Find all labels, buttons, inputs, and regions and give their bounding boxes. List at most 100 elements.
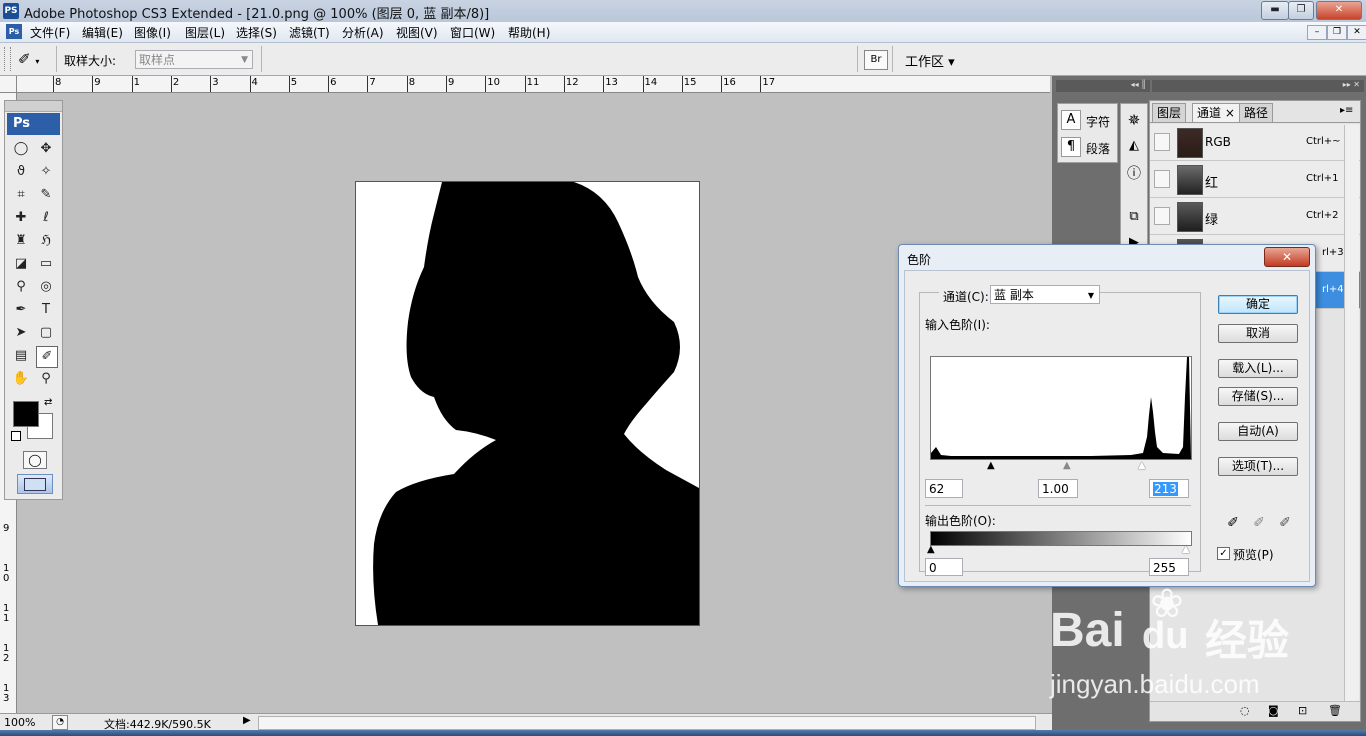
histogram-icon[interactable]: ◭ [1124,136,1144,156]
swap-colors-icon[interactable]: ⇄ [44,397,52,408]
output-black-slider[interactable]: ▲ [927,544,935,555]
white-eyedropper-icon[interactable]: ✐ [1277,515,1293,531]
channel-row-red[interactable]: 红 Ctrl+1 [1150,161,1360,198]
blur-icon[interactable]: ⚲ [11,277,31,297]
trash-icon[interactable]: 🗑 [1328,704,1342,717]
menu-file[interactable]: 文件(F) [30,24,70,41]
history-icon[interactable]: ⧉ [1124,207,1144,227]
character-panel-label[interactable]: 字符 [1086,113,1110,130]
load-selection-icon[interactable]: ◌ [1240,704,1250,717]
zoom-icon[interactable]: ⚲ [36,369,56,389]
close-button[interactable]: ✕ [1316,1,1362,20]
pen-icon[interactable]: ✒ [11,300,31,320]
dialog-close-button[interactable]: ✕ [1264,247,1310,267]
tab-paths[interactable]: 路径 [1239,103,1274,122]
input-gamma-slider[interactable]: ▲ [1063,460,1071,471]
navigator-icon[interactable]: ✵ [1124,110,1144,130]
doc-minimize-button[interactable]: – [1307,25,1327,40]
doc-restore-button[interactable]: ❐ [1327,25,1347,40]
menu-filter[interactable]: 滤镜(T) [289,24,330,41]
cancel-button[interactable]: 取消 [1218,324,1298,343]
sample-size-select[interactable]: 取样点 ▼ [135,50,253,69]
notes-icon[interactable]: ▤ [11,346,31,366]
healing-brush-icon[interactable]: ✚ [11,208,31,228]
menu-window[interactable]: 窗口(W) [450,24,495,41]
menu-help[interactable]: 帮助(H) [508,24,550,41]
shape-icon[interactable]: ▢ [36,323,56,343]
screen-mode-button[interactable] [17,474,53,494]
document-canvas[interactable] [355,181,700,626]
menu-edit[interactable]: 编辑(E) [82,24,123,41]
input-gamma-field[interactable]: 1.00 [1038,479,1078,498]
type-icon[interactable]: T [36,300,56,320]
output-white-slider[interactable]: ▲ [1182,544,1190,555]
eyedropper-icon[interactable]: ✐ ▾ [18,49,50,69]
black-eyedropper-icon[interactable]: ✐ [1225,515,1241,531]
new-channel-icon[interactable]: ⊡ [1298,704,1307,717]
save-button[interactable]: 存储(S)... [1218,387,1298,406]
panel-menu-icon[interactable]: ▸≡ [1340,105,1353,116]
preview-label[interactable]: 预览(P) [1233,546,1274,563]
auto-button[interactable]: 自动(A) [1218,422,1298,441]
paragraph-panel-label[interactable]: 段落 [1086,140,1110,157]
options-button[interactable]: 选项(T)... [1218,457,1298,476]
visibility-toggle[interactable] [1154,170,1170,188]
status-icon[interactable]: ◔ [52,715,68,730]
quick-mask-icon[interactable]: ◯ [23,451,47,469]
magic-wand-icon[interactable]: ✧ [36,162,56,182]
lasso-icon[interactable]: ϑ [11,162,31,182]
gray-eyedropper-icon[interactable]: ✐ [1251,515,1267,531]
brush-icon[interactable]: ℓ [36,208,56,228]
status-menu-arrow-icon[interactable]: ▶ [243,715,251,726]
ruler-origin[interactable] [0,76,17,93]
info-icon[interactable]: ⓘ [1124,164,1144,184]
tab-layers[interactable]: 图层 [1152,103,1187,122]
collapse-arrows-icon[interactable]: ◂◂ ║ [1056,80,1150,92]
menu-analysis[interactable]: 分析(A) [342,24,384,41]
visibility-toggle[interactable] [1154,207,1170,225]
menu-image[interactable]: 图像(I) [134,24,171,41]
tab-channels[interactable]: 通道 × [1192,103,1240,122]
minimize-button[interactable]: ▬ [1261,1,1289,20]
channel-row-green[interactable]: 绿 Ctrl+2 [1150,198,1360,235]
marquee-icon[interactable]: ◯ [11,139,31,159]
crop-icon[interactable]: ⌗ [11,185,31,205]
input-black-slider[interactable]: ▲ [987,460,995,471]
default-colors-icon[interactable] [11,431,21,441]
history-brush-icon[interactable]: ℌ [36,231,56,251]
gradient-icon[interactable]: ▭ [36,254,56,274]
output-white-field[interactable]: 255 [1149,558,1189,576]
doc-close-button[interactable]: ✕ [1347,25,1366,40]
visibility-toggle[interactable] [1154,133,1170,151]
zoom-level[interactable]: 100% [4,716,35,729]
dodge-icon[interactable]: ◎ [36,277,56,297]
menu-view[interactable]: 视图(V) [396,24,438,41]
hand-icon[interactable]: ✋ [11,369,31,389]
move-icon[interactable]: ✥ [36,139,56,159]
foreground-color-swatch[interactable] [13,401,39,427]
maximize-button[interactable]: ❐ [1288,1,1314,20]
preview-checkbox[interactable]: ✓ [1217,547,1230,560]
slice-icon[interactable]: ✎ [36,185,56,205]
input-black-field[interactable]: 62 [925,479,963,498]
workspace-menu[interactable]: 工作区 ▾ [905,51,955,70]
ps-menu-icon[interactable]: Ps [6,24,22,39]
input-white-slider[interactable]: ▲ [1138,460,1146,471]
collapse-arrows-icon[interactable]: ▸▸ ✕ [1152,80,1364,92]
toolbox-grip[interactable] [5,101,62,112]
bridge-icon[interactable]: Br [864,50,888,70]
close-tab-icon[interactable]: × [1225,106,1235,120]
menu-select[interactable]: 选择(S) [236,24,277,41]
eraser-icon[interactable]: ◪ [11,254,31,274]
stamp-icon[interactable]: ♜ [11,231,31,251]
channel-row-rgb[interactable]: RGB Ctrl+~ [1150,124,1360,161]
output-black-field[interactable]: 0 [925,558,963,576]
save-selection-icon[interactable]: ◙ [1268,704,1279,717]
horizontal-scrollbar[interactable] [258,716,1036,730]
path-select-icon[interactable]: ➤ [11,323,31,343]
load-button[interactable]: 载入(L)... [1218,359,1298,378]
paragraph-icon[interactable]: ¶ [1061,137,1081,157]
menu-layer[interactable]: 图层(L) [185,24,225,41]
eyedropper-tool-icon[interactable]: ✐ [36,346,58,368]
channel-select[interactable]: 蓝 副本 ▼ [990,285,1100,304]
